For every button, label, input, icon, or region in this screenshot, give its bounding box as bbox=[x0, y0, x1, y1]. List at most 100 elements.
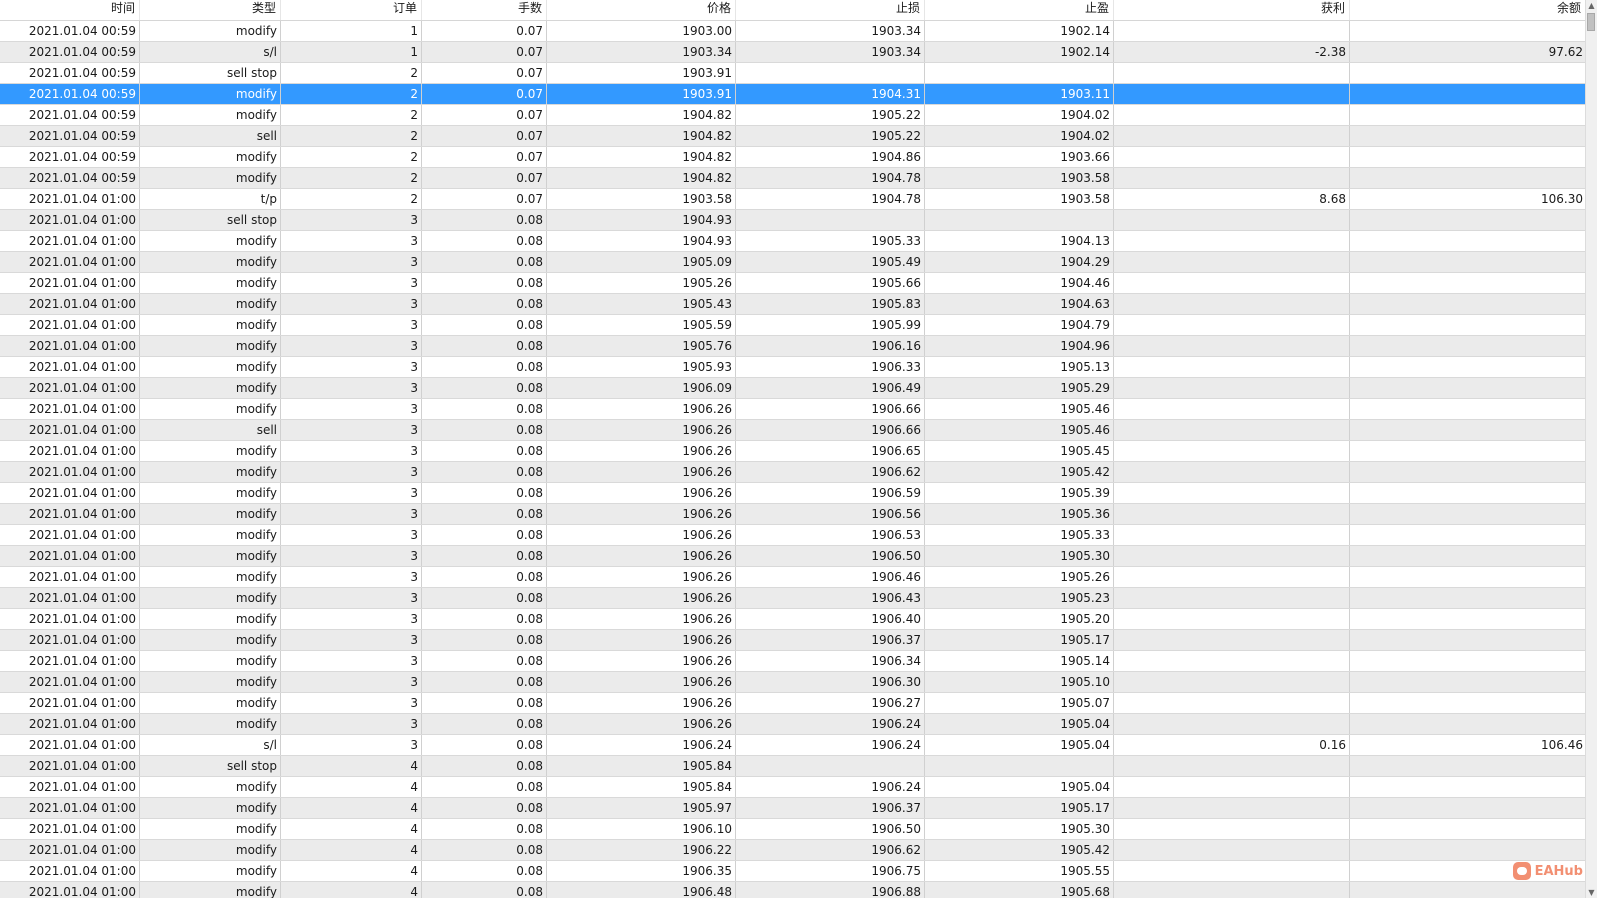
cell-order: 2 bbox=[281, 126, 422, 146]
watermark-text: EAHub bbox=[1534, 863, 1583, 879]
table-row[interactable]: 2021.01.04 01:00 modify 3 0.08 1906.26 1906.5… bbox=[0, 504, 1586, 525]
cell-balance bbox=[1350, 819, 1586, 839]
cell-time: 2021.01.04 01:00 bbox=[0, 819, 140, 839]
table-row[interactable]: 2021.01.04 01:00 modify 3 0.08 1906.26 1906.6… bbox=[0, 462, 1586, 483]
table-row[interactable]: 2021.01.04 00:59 modify 2 0.07 1904.82 1904.8… bbox=[0, 147, 1586, 168]
cell-order: 3 bbox=[281, 693, 422, 713]
table-row[interactable]: 2021.01.04 01:00 t/p 2 0.07 1903.58 1904.78 19… bbox=[0, 189, 1586, 210]
table-row[interactable]: 2021.01.04 01:00 modify 3 0.08 1906.26 1906.2… bbox=[0, 714, 1586, 735]
table-row[interactable]: 2021.01.04 01:00 modify 3 0.08 1905.59 1905.9… bbox=[0, 315, 1586, 336]
table-row[interactable]: 2021.01.04 01:00 modify 4 0.08 1905.97 1906.3… bbox=[0, 798, 1586, 819]
cell-order: 2 bbox=[281, 168, 422, 188]
cell-profit bbox=[1114, 210, 1350, 230]
cell-lots: 0.08 bbox=[422, 210, 547, 230]
vertical-scrollbar[interactable]: ▲ ▼ bbox=[1585, 0, 1597, 898]
table-row[interactable]: 2021.01.04 01:00 modify 3 0.08 1906.26 1906.5… bbox=[0, 525, 1586, 546]
table-row[interactable]: 2021.01.04 00:59 sell stop 2 0.07 1903.91 bbox=[0, 63, 1586, 84]
cell-profit bbox=[1114, 693, 1350, 713]
table-row[interactable]: 2021.01.04 01:00 modify 3 0.08 1906.26 1906.3… bbox=[0, 672, 1586, 693]
cell-profit bbox=[1114, 273, 1350, 293]
table-row[interactable]: 2021.01.04 01:00 modify 3 0.08 1906.26 1906.4… bbox=[0, 588, 1586, 609]
table-row[interactable]: 2021.01.04 00:59 sell 2 0.07 1904.82 1905.22 1… bbox=[0, 126, 1586, 147]
table-row[interactable]: 2021.01.04 00:59 modify 2 0.07 1903.91 1904.3… bbox=[0, 84, 1586, 105]
table-row[interactable]: 2021.01.04 01:00 sell 3 0.08 1906.26 1906.66 1… bbox=[0, 420, 1586, 441]
cell-lots: 0.08 bbox=[422, 504, 547, 524]
cell-stop-loss: 1906.50 bbox=[736, 546, 925, 566]
cell-stop-loss bbox=[736, 63, 925, 83]
cell-order: 3 bbox=[281, 672, 422, 692]
table-row[interactable]: 2021.01.04 01:00 sell stop 3 0.08 1904.93 bbox=[0, 210, 1586, 231]
table-row[interactable]: 2021.01.04 01:00 modify 3 0.08 1905.09 1905.4… bbox=[0, 252, 1586, 273]
cell-profit bbox=[1114, 840, 1350, 860]
cell-lots: 0.08 bbox=[422, 483, 547, 503]
cell-lots: 0.08 bbox=[422, 273, 547, 293]
table-row[interactable]: 2021.01.04 01:00 modify 3 0.08 1905.76 1906.1… bbox=[0, 336, 1586, 357]
cell-time: 2021.01.04 01:00 bbox=[0, 672, 140, 692]
cell-price: 1903.91 bbox=[547, 63, 736, 83]
cell-time: 2021.01.04 00:59 bbox=[0, 126, 140, 146]
table-row[interactable]: 2021.01.04 01:00 sell stop 4 0.08 1905.84 bbox=[0, 756, 1586, 777]
table-row[interactable]: 2021.01.04 01:00 modify 3 0.08 1906.26 1906.2… bbox=[0, 693, 1586, 714]
table-row[interactable]: 2021.01.04 00:59 modify 2 0.07 1904.82 1905.2… bbox=[0, 105, 1586, 126]
cell-order: 3 bbox=[281, 336, 422, 356]
table-row[interactable]: 2021.01.04 01:00 modify 4 0.08 1906.48 1906.8… bbox=[0, 882, 1586, 898]
cell-take-profit: 1905.26 bbox=[925, 567, 1114, 587]
table-row[interactable]: 2021.01.04 01:00 modify 3 0.08 1906.26 1906.3… bbox=[0, 630, 1586, 651]
cell-profit bbox=[1114, 252, 1350, 272]
cell-type: sell bbox=[140, 126, 281, 146]
cell-type: modify bbox=[140, 882, 281, 898]
cell-balance bbox=[1350, 147, 1586, 167]
cell-profit: 8.68 bbox=[1114, 189, 1350, 209]
scroll-down-arrow-icon[interactable]: ▼ bbox=[1587, 888, 1596, 897]
cell-time: 2021.01.04 00:59 bbox=[0, 63, 140, 83]
column-header-balance[interactable]: 余额 bbox=[1350, 0, 1586, 20]
table-row[interactable]: 2021.01.04 01:00 modify 3 0.08 1906.09 1906.4… bbox=[0, 378, 1586, 399]
column-header-take-profit[interactable]: 止盈 bbox=[925, 0, 1114, 20]
scrollbar-thumb[interactable] bbox=[1587, 13, 1595, 31]
table-row[interactable]: 2021.01.04 01:00 modify 4 0.08 1906.22 1906.6… bbox=[0, 840, 1586, 861]
table-row[interactable]: 2021.01.04 01:00 modify 3 0.08 1905.93 1906.3… bbox=[0, 357, 1586, 378]
cell-balance bbox=[1350, 504, 1586, 524]
cell-order: 3 bbox=[281, 252, 422, 272]
table-row[interactable]: 2021.01.04 01:00 modify 4 0.08 1905.84 1906.2… bbox=[0, 777, 1586, 798]
table-row[interactable]: 2021.01.04 01:00 modify 3 0.08 1906.26 1906.6… bbox=[0, 441, 1586, 462]
column-header-profit[interactable]: 获利 bbox=[1114, 0, 1350, 20]
cell-type: modify bbox=[140, 588, 281, 608]
scroll-up-arrow-icon[interactable]: ▲ bbox=[1587, 1, 1596, 10]
cell-take-profit: 1903.58 bbox=[925, 168, 1114, 188]
cell-balance bbox=[1350, 462, 1586, 482]
table-row[interactable]: 2021.01.04 00:59 s/l 1 0.07 1903.34 1903.34 19… bbox=[0, 42, 1586, 63]
table-row[interactable]: 2021.01.04 01:00 modify 3 0.08 1906.26 1906.6… bbox=[0, 399, 1586, 420]
table-row[interactable]: 2021.01.04 01:00 modify 3 0.08 1906.26 1906.5… bbox=[0, 546, 1586, 567]
column-header-order[interactable]: 订单 bbox=[281, 0, 422, 20]
table-row[interactable]: 2021.01.04 01:00 modify 3 0.08 1906.26 1906.4… bbox=[0, 609, 1586, 630]
column-header-lots[interactable]: 手数 bbox=[422, 0, 547, 20]
table-row[interactable]: 2021.01.04 01:00 modify 4 0.08 1906.35 1906.7… bbox=[0, 861, 1586, 882]
table-row[interactable]: 2021.01.04 00:59 modify 1 0.07 1903.00 1903.3… bbox=[0, 21, 1586, 42]
table-row[interactable]: 2021.01.04 01:00 modify 3 0.08 1906.26 1906.4… bbox=[0, 567, 1586, 588]
cell-order: 4 bbox=[281, 840, 422, 860]
column-header-time[interactable]: 时间 bbox=[0, 0, 140, 20]
cell-balance bbox=[1350, 399, 1586, 419]
table-row[interactable]: 2021.01.04 01:00 modify 3 0.08 1905.26 1905.6… bbox=[0, 273, 1586, 294]
cell-take-profit: 1905.45 bbox=[925, 441, 1114, 461]
column-header-price[interactable]: 价格 bbox=[547, 0, 736, 20]
table-row[interactable]: 2021.01.04 01:00 modify 3 0.08 1904.93 1905.3… bbox=[0, 231, 1586, 252]
cell-price: 1903.58 bbox=[547, 189, 736, 209]
cell-stop-loss: 1906.43 bbox=[736, 588, 925, 608]
cell-order: 4 bbox=[281, 798, 422, 818]
table-row[interactable]: 2021.01.04 01:00 modify 3 0.08 1906.26 1906.3… bbox=[0, 651, 1586, 672]
column-header-stop-loss[interactable]: 止损 bbox=[736, 0, 925, 20]
cell-time: 2021.01.04 00:59 bbox=[0, 21, 140, 41]
table-row[interactable]: 2021.01.04 00:59 modify 2 0.07 1904.82 1904.7… bbox=[0, 168, 1586, 189]
table-row[interactable]: 2021.01.04 01:00 s/l 3 0.08 1906.24 1906.24 19… bbox=[0, 735, 1586, 756]
trade-history-table[interactable]: 时间 类型 订单 手数 价格 止损 止盈 获利 余额 2021.01.04 00… bbox=[0, 0, 1586, 898]
table-row[interactable]: 2021.01.04 01:00 modify 3 0.08 1906.26 1906.5… bbox=[0, 483, 1586, 504]
cell-take-profit: 1905.30 bbox=[925, 819, 1114, 839]
cell-type: modify bbox=[140, 336, 281, 356]
column-header-type[interactable]: 类型 bbox=[140, 0, 281, 20]
cell-lots: 0.08 bbox=[422, 651, 547, 671]
table-row[interactable]: 2021.01.04 01:00 modify 4 0.08 1906.10 1906.5… bbox=[0, 819, 1586, 840]
table-row[interactable]: 2021.01.04 01:00 modify 3 0.08 1905.43 1905.8… bbox=[0, 294, 1586, 315]
cell-type: modify bbox=[140, 231, 281, 251]
